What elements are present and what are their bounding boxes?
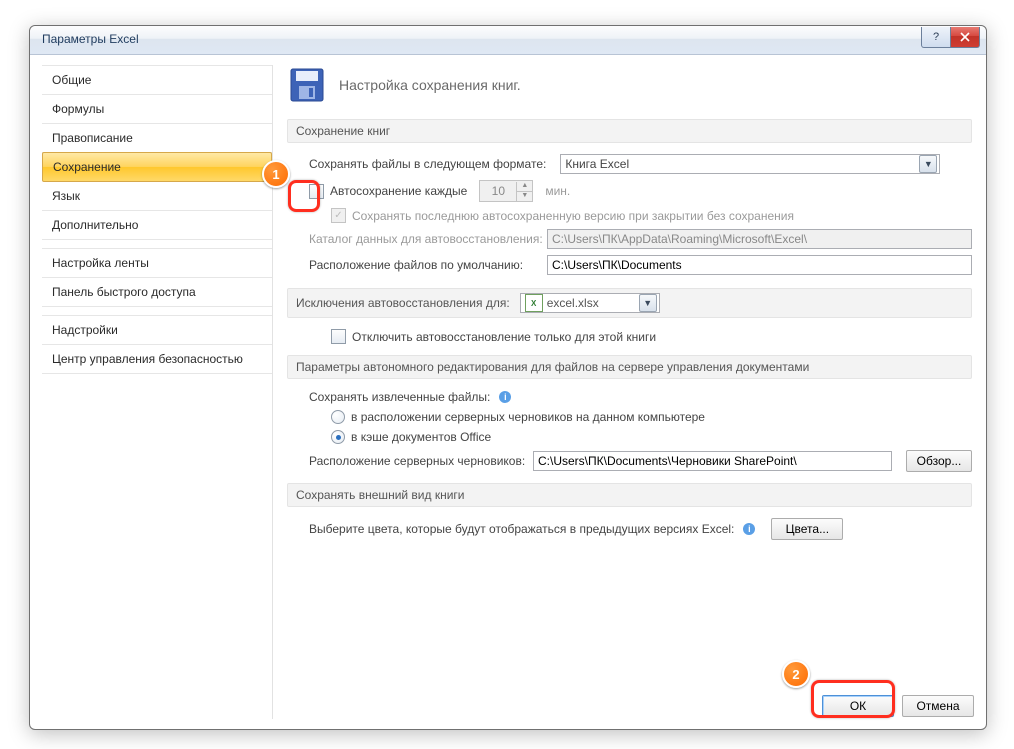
default-dir-input[interactable] xyxy=(547,255,972,275)
category-sidebar: Общие Формулы Правописание Сохранение Яз… xyxy=(30,55,272,729)
office-cache-radio[interactable] xyxy=(331,430,345,444)
cancel-button[interactable]: Отмена xyxy=(902,695,974,717)
window-title: Параметры Excel xyxy=(42,32,139,46)
page-title: Настройка сохранения книг. xyxy=(339,77,521,93)
minutes-label: мин. xyxy=(545,184,570,198)
section-preserve-visual: Сохранять внешний вид книги xyxy=(287,483,972,507)
format-label: Сохранять файлы в следующем формате: xyxy=(309,157,546,171)
office-cache-label: в кэше документов Office xyxy=(351,430,491,444)
ok-button[interactable]: ОК xyxy=(822,695,894,717)
exception-file-select[interactable]: Xexcel.xlsx ▼ xyxy=(520,293,660,313)
nav-formulas[interactable]: Формулы xyxy=(42,95,272,124)
nav-addins[interactable]: Надстройки xyxy=(42,315,272,345)
colors-label: Выберите цвета, которые будут отображать… xyxy=(309,522,734,536)
nav-general[interactable]: Общие xyxy=(42,65,272,95)
section-autorecover-exceptions: Исключения автовосстановления для: Xexce… xyxy=(287,288,972,318)
nav-advanced[interactable]: Дополнительно xyxy=(42,211,272,240)
autosave-label: Автосохранение каждые xyxy=(330,184,467,198)
keep-last-autosave-label: Сохранять последнюю автосохраненную верс… xyxy=(352,209,794,223)
excel-file-icon: X xyxy=(525,294,543,312)
nav-language[interactable]: Язык xyxy=(42,182,272,211)
colors-button[interactable]: Цвета... xyxy=(771,518,843,540)
nav-trust-center[interactable]: Центр управления безопасностью xyxy=(42,345,272,374)
excel-options-dialog: Параметры Excel ? Общие Формулы Правопис… xyxy=(29,25,987,730)
content-pane: Настройка сохранения книг. Сохранение кн… xyxy=(273,55,986,729)
save-icon xyxy=(289,67,325,103)
nav-quick-access[interactable]: Панель быстрого доступа xyxy=(42,278,272,307)
chevron-down-icon: ▼ xyxy=(639,294,657,312)
disable-autorecover-label: Отключить автовосстановление только для … xyxy=(352,330,656,344)
default-dir-label: Расположение файлов по умолчанию: xyxy=(309,258,541,272)
titlebar[interactable]: Параметры Excel ? xyxy=(30,26,986,55)
info-icon[interactable]: i xyxy=(499,391,511,403)
nav-customize-ribbon[interactable]: Настройка ленты xyxy=(42,248,272,278)
save-checked-out-label: Сохранять извлеченные файлы: xyxy=(309,390,490,404)
drafts-location-radio[interactable] xyxy=(331,410,345,424)
server-drafts-dir-label: Расположение серверных черновиков: xyxy=(309,454,527,468)
help-button[interactable]: ? xyxy=(921,27,951,48)
info-icon[interactable]: i xyxy=(743,523,755,535)
keep-last-autosave-checkbox: ✓ xyxy=(331,208,346,223)
file-format-select[interactable]: Книга Excel ▼ xyxy=(560,154,940,174)
autosave-minutes-spinner[interactable]: 10 ▲▼ xyxy=(479,180,533,202)
section-offline-editing: Параметры автономного редактирования для… xyxy=(287,355,972,379)
section-save-workbooks: Сохранение книг xyxy=(287,119,972,143)
nav-save[interactable]: Сохранение xyxy=(42,152,272,182)
close-button[interactable] xyxy=(951,27,980,48)
disable-autorecover-checkbox[interactable] xyxy=(331,329,346,344)
autorecover-dir-input xyxy=(547,229,972,249)
chevron-down-icon: ▼ xyxy=(919,155,937,173)
drafts-location-label: в расположении серверных черновиков на д… xyxy=(351,410,705,424)
server-drafts-dir-input[interactable] xyxy=(533,451,892,471)
nav-proofing[interactable]: Правописание xyxy=(42,124,272,153)
autosave-checkbox[interactable] xyxy=(309,184,324,199)
browse-button[interactable]: Обзор... xyxy=(906,450,972,472)
autorecover-dir-label: Каталог данных для автовосстановления: xyxy=(309,232,541,246)
